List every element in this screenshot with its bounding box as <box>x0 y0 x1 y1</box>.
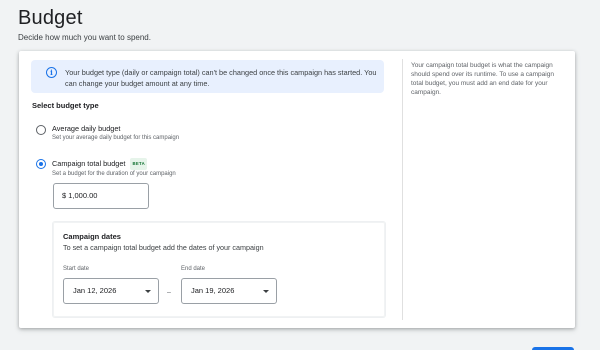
radio-button-average-daily[interactable] <box>36 125 46 135</box>
date-separator: – <box>167 289 171 296</box>
campaign-dates-description: To set a campaign total budget add the d… <box>63 243 264 252</box>
radio-option-average-daily[interactable]: Average daily budget Set your average da… <box>36 124 179 143</box>
side-help-text: Your campaign total budget is what the c… <box>411 62 554 96</box>
radio-title-average-daily: Average daily budget <box>52 124 121 133</box>
card-divider <box>402 59 403 320</box>
radio-button-campaign-total[interactable] <box>36 159 46 169</box>
page-title: Budget <box>18 7 83 29</box>
budget-amount-input[interactable]: $ 1,000.00 <box>53 183 149 209</box>
end-date-label: End date <box>181 266 206 272</box>
info-banner: i Your budget type (daily or campaign to… <box>31 60 384 93</box>
radio-description-campaign-total: Set a budget for the duration of your ca… <box>52 171 176 177</box>
budget-card: i Your budget type (daily or campaign to… <box>19 51 575 328</box>
info-banner-text: Your budget type (daily or campaign tota… <box>65 68 377 88</box>
beta-badge: BETA <box>130 158 148 170</box>
radio-description-average-daily: Set your average daily budget for this c… <box>52 135 180 141</box>
campaign-dates-title: Campaign dates <box>63 232 121 241</box>
chevron-down-icon <box>263 290 269 293</box>
info-icon: i <box>46 67 57 78</box>
start-date-label: Start date <box>63 266 90 272</box>
budget-type-label: Select budget type <box>32 101 99 110</box>
radio-title-campaign-total: Campaign total budget <box>52 159 126 168</box>
radio-option-campaign-total[interactable]: Campaign total budget BETA Set a budget … <box>36 158 176 179</box>
start-date-select[interactable]: Jan 12, 2026 <box>63 278 159 304</box>
end-date-select[interactable]: Jan 19, 2026 <box>181 278 277 304</box>
chevron-down-icon <box>145 290 151 293</box>
campaign-dates-panel: Campaign dates To set a campaign total b… <box>53 222 385 317</box>
start-date-value: Jan 12, 2026 <box>73 286 117 295</box>
page-subtitle: Decide how much you want to spend. <box>18 33 151 42</box>
end-date-value: Jan 19, 2026 <box>191 286 235 295</box>
